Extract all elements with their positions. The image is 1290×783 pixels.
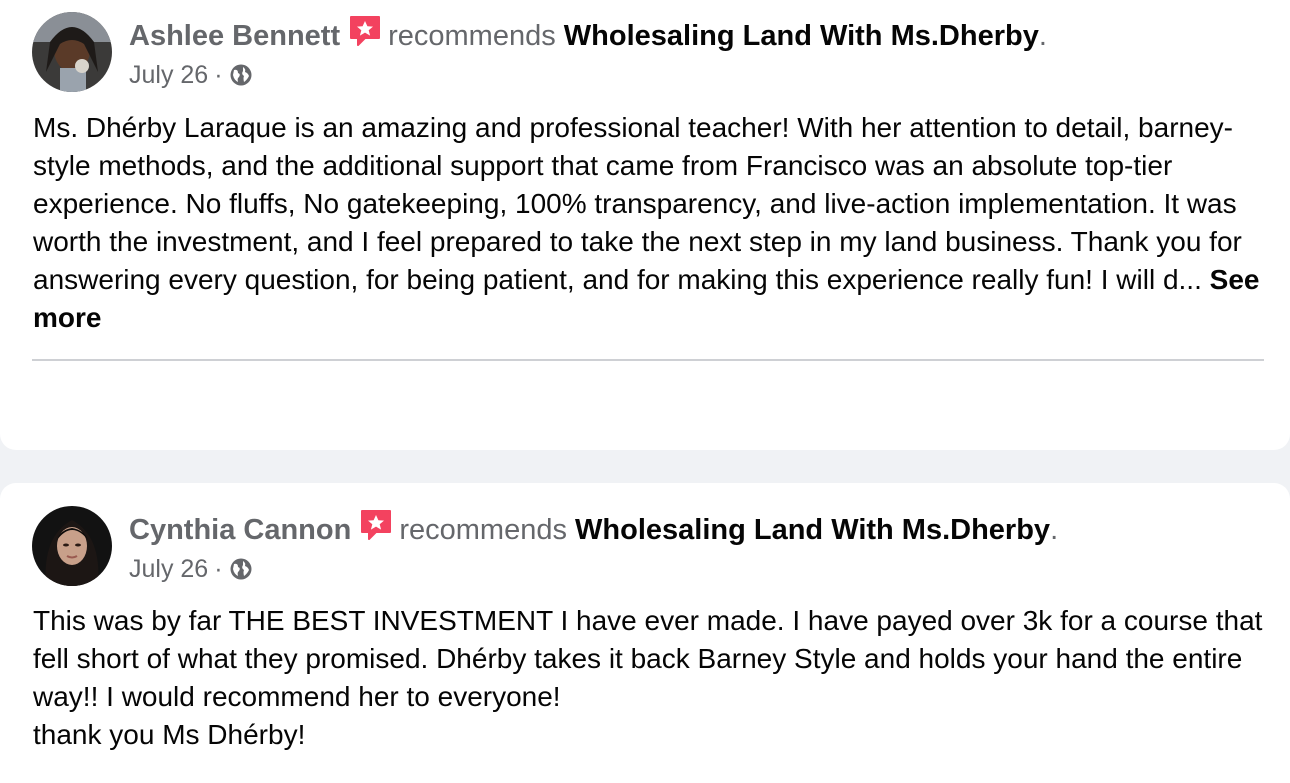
divider [32,359,1264,361]
globe-icon [229,557,253,581]
post-date[interactable]: July 26 [129,554,208,584]
post-header: Ashlee Bennett recommends Wholesaling Lan… [129,14,1047,54]
review-text: Ms. Dhérby Laraque is an amazing and pro… [33,109,1263,337]
recommends-text: recommends [388,20,556,52]
recommendation-star-icon [348,14,382,48]
globe-icon [229,63,253,87]
review-body: Ms. Dhérby Laraque is an amazing and pro… [33,112,1242,295]
review-body: This was by far THE BEST INVESTMENT I ha… [33,605,1263,712]
post-header: Cynthia Cannon recommends Wholesaling Lan… [129,508,1058,548]
recommendation-star-icon [359,508,393,542]
post-meta: July 26 · [129,60,253,90]
post-meta: July 26 · [129,554,253,584]
review-card-cynthia: Cynthia Cannon recommends Wholesaling Lan… [0,483,1290,783]
recommends-text: recommends [399,514,567,546]
period: . [1038,20,1047,52]
review-text: This was by far THE BEST INVESTMENT I ha… [33,602,1263,754]
author-name[interactable]: Cynthia Cannon [129,514,351,546]
period: . [1050,514,1059,546]
avatar-cynthia[interactable] [32,506,112,586]
meta-separator: · [214,61,223,89]
review-card-ashlee: Ashlee Bennett recommends Wholesaling Lan… [0,0,1290,450]
page-link[interactable]: Wholesaling Land With Ms.Dherby [575,514,1050,546]
meta-separator: · [214,555,223,583]
post-date[interactable]: July 26 [129,60,208,90]
page-link[interactable]: Wholesaling Land With Ms.Dherby [564,20,1039,52]
author-name[interactable]: Ashlee Bennett [129,20,340,52]
review-body-closing: thank you Ms Dhérby! [33,719,306,750]
avatar-ashlee[interactable] [32,12,112,92]
